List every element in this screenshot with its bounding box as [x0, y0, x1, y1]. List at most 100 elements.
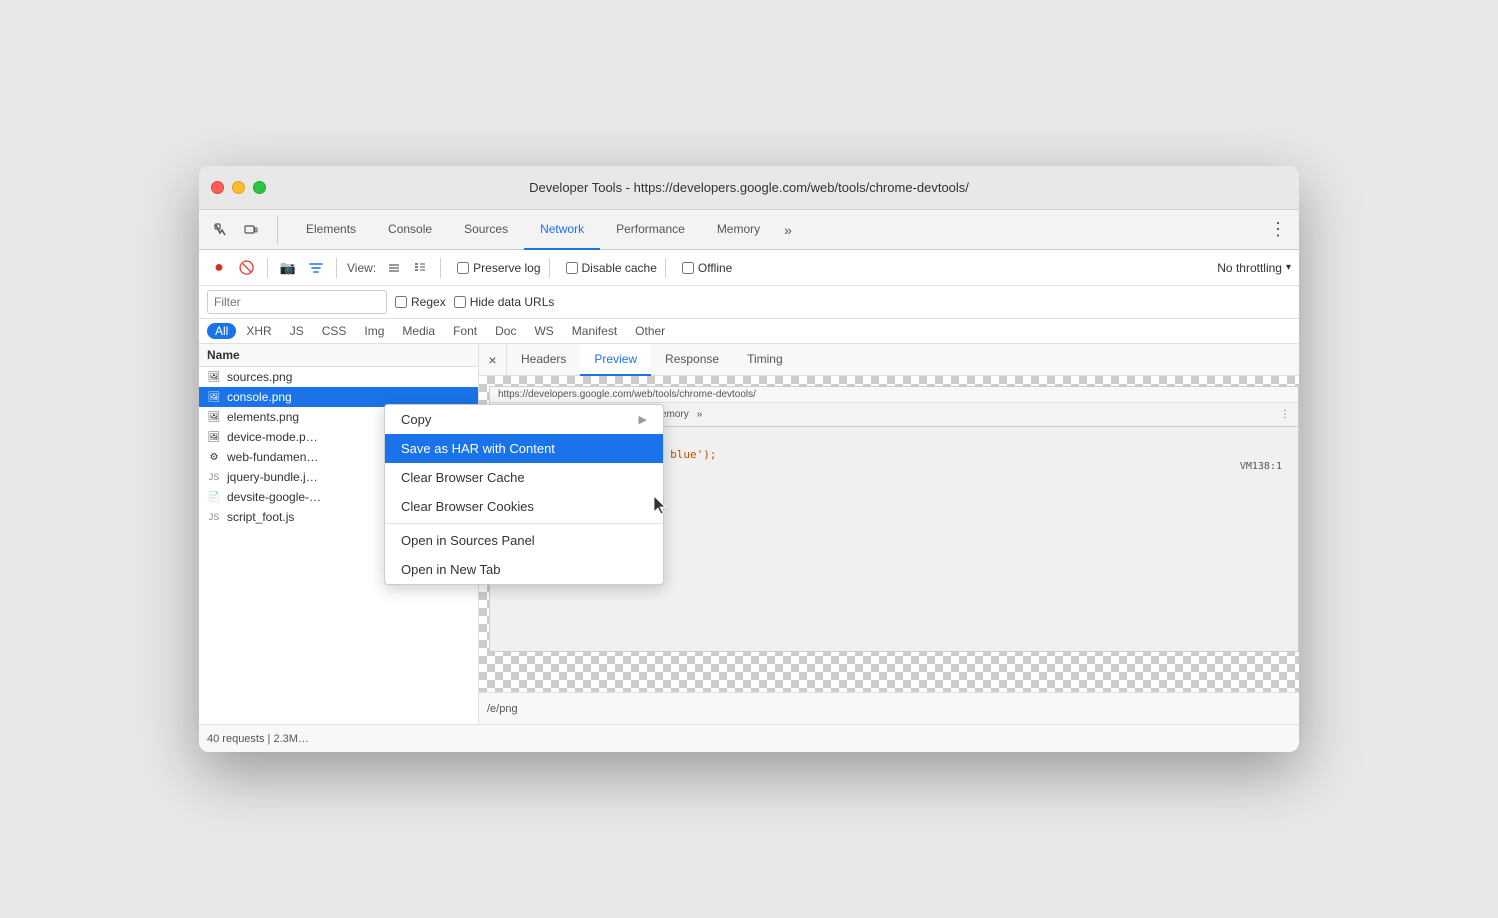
context-menu-save-har[interactable]: Save as HAR with Content: [385, 434, 663, 463]
main-tabs: Elements Console Sources Network Perform…: [290, 210, 800, 250]
regex-checkbox[interactable]: [395, 296, 407, 308]
hide-data-urls-checkbox[interactable]: [454, 296, 466, 308]
context-menu-open-tab[interactable]: Open in New Tab: [385, 555, 663, 584]
status-text: 40 requests | 2.3M…: [207, 733, 309, 745]
disable-cache-label: Disable cache: [582, 261, 657, 275]
type-filter-manifest[interactable]: Manifest: [564, 323, 625, 339]
regex-group: Regex: [395, 295, 446, 309]
regex-label: Regex: [411, 295, 446, 309]
submenu-arrow-icon: ▶: [639, 413, 647, 426]
throttle-label: No throttling: [1217, 261, 1282, 275]
window-title: Developer Tools - https://developers.goo…: [529, 180, 969, 195]
throttle-group: No throttling ▾: [1217, 261, 1291, 275]
context-menu-open-sources[interactable]: Open in Sources Panel: [385, 526, 663, 555]
toolbar-separator-1: [267, 258, 268, 278]
type-filter-all[interactable]: All: [207, 323, 236, 339]
minimize-button[interactable]: [232, 181, 245, 194]
offline-checkbox[interactable]: [682, 262, 694, 274]
context-menu-save-har-label: Save as HAR with Content: [401, 441, 555, 456]
type-filter-other[interactable]: Other: [627, 323, 673, 339]
toolbar-separator-2: [336, 258, 337, 278]
preview-tab-timing[interactable]: Timing: [733, 344, 797, 376]
close-button[interactable]: [211, 181, 224, 194]
context-menu: Copy ▶ Save as HAR with Content Clear Br…: [384, 404, 664, 585]
network-toolbar: ● 🚫 📷 View:: [199, 250, 1299, 286]
traffic-lights: [211, 181, 266, 194]
tab-performance[interactable]: Performance: [600, 210, 701, 250]
filter-button[interactable]: [304, 256, 328, 280]
network-item-name: web-fundamen…: [227, 450, 318, 464]
record-button[interactable]: ●: [207, 256, 231, 280]
tab-elements[interactable]: Elements: [290, 210, 372, 250]
hide-data-urls-group: Hide data URLs: [454, 295, 555, 309]
context-menu-separator: [385, 523, 663, 524]
file-icon-gear: ⚙: [207, 450, 221, 464]
type-filter-css[interactable]: CSS: [314, 323, 355, 339]
file-icon-img: 🖼: [207, 410, 221, 424]
preview-tab-preview[interactable]: Preview: [580, 344, 651, 376]
context-menu-clear-cookies[interactable]: Clear Browser Cookies: [385, 492, 663, 521]
tab-sources[interactable]: Sources: [448, 210, 524, 250]
context-menu-open-sources-label: Open in Sources Panel: [401, 533, 535, 548]
preview-footer: /e/png: [479, 692, 1299, 724]
context-menu-copy-label: Copy: [401, 412, 431, 427]
devtools-content: Elements Console Sources Network Perform…: [199, 210, 1299, 752]
network-item-name: devsite-google-…: [227, 490, 321, 504]
type-filter-ws[interactable]: WS: [526, 323, 561, 339]
type-filter-doc[interactable]: Doc: [487, 323, 524, 339]
context-menu-clear-cache-label: Clear Browser Cache: [401, 470, 525, 485]
camera-button[interactable]: 📷: [276, 256, 300, 280]
clear-button[interactable]: 🚫: [235, 256, 259, 280]
detail-view-button[interactable]: [408, 256, 432, 280]
status-bar: 40 requests | 2.3M…: [199, 724, 1299, 752]
devtools-window: Developer Tools - https://developers.goo…: [199, 166, 1299, 752]
inspect-icon[interactable]: [207, 216, 235, 244]
file-icon-img: 🖼: [207, 430, 221, 444]
context-menu-copy[interactable]: Copy ▶: [385, 405, 663, 434]
file-icon-js: JS: [207, 470, 221, 484]
preview-tab-response[interactable]: Response: [651, 344, 733, 376]
file-icon-img: 🖼: [207, 370, 221, 384]
tab-network[interactable]: Network: [524, 210, 600, 250]
type-filter-font[interactable]: Font: [445, 323, 485, 339]
file-icon-img: 🖼: [207, 390, 221, 404]
device-icon[interactable]: [237, 216, 265, 244]
network-item-name: sources.png: [227, 370, 292, 384]
context-menu-open-tab-label: Open in New Tab: [401, 562, 501, 577]
preserve-log-group: Preserve log: [457, 261, 540, 275]
network-item-sources[interactable]: 🖼 sources.png: [199, 367, 478, 387]
disable-cache-checkbox[interactable]: [566, 262, 578, 274]
titlebar: Developer Tools - https://developers.goo…: [199, 166, 1299, 210]
top-tab-bar: Elements Console Sources Network Perform…: [199, 210, 1299, 250]
view-label: View:: [347, 261, 376, 275]
offline-group: Offline: [682, 261, 732, 275]
tab-console[interactable]: Console: [372, 210, 448, 250]
list-view-button[interactable]: [382, 256, 406, 280]
type-filter-row: All XHR JS CSS Img Media Font Doc WS Man…: [199, 319, 1299, 344]
maximize-button[interactable]: [253, 181, 266, 194]
preview-close-button[interactable]: ×: [479, 344, 507, 376]
filter-input[interactable]: [207, 290, 387, 314]
offline-label: Offline: [698, 261, 732, 275]
more-tabs-button[interactable]: »: [776, 222, 800, 238]
preview-tab-headers[interactable]: Headers: [507, 344, 580, 376]
network-list-header: Name: [199, 344, 478, 367]
network-item-name: elements.png: [227, 410, 299, 424]
type-filter-media[interactable]: Media: [394, 323, 443, 339]
preserve-log-checkbox[interactable]: [457, 262, 469, 274]
context-menu-clear-cache[interactable]: Clear Browser Cache: [385, 463, 663, 492]
type-filter-js[interactable]: JS: [282, 323, 312, 339]
preview-tabs: × Headers Preview Response Timing: [479, 344, 1299, 376]
file-icon-js: JS: [207, 510, 221, 524]
preserve-log-label: Preserve log: [473, 261, 540, 275]
toolbar-separator-4: [549, 258, 550, 278]
tab-memory[interactable]: Memory: [701, 210, 776, 250]
devtools-icons: [207, 216, 278, 244]
context-menu-clear-cookies-label: Clear Browser Cookies: [401, 499, 534, 514]
throttle-chevron[interactable]: ▾: [1286, 262, 1291, 273]
network-item-name: jquery-bundle.j…: [227, 470, 318, 484]
type-filter-xhr[interactable]: XHR: [238, 323, 279, 339]
devtools-menu-button[interactable]: ⋮: [1265, 219, 1291, 240]
preview-mini-url: https://developers.google.com/web/tools/…: [490, 387, 1298, 403]
type-filter-img[interactable]: Img: [356, 323, 392, 339]
